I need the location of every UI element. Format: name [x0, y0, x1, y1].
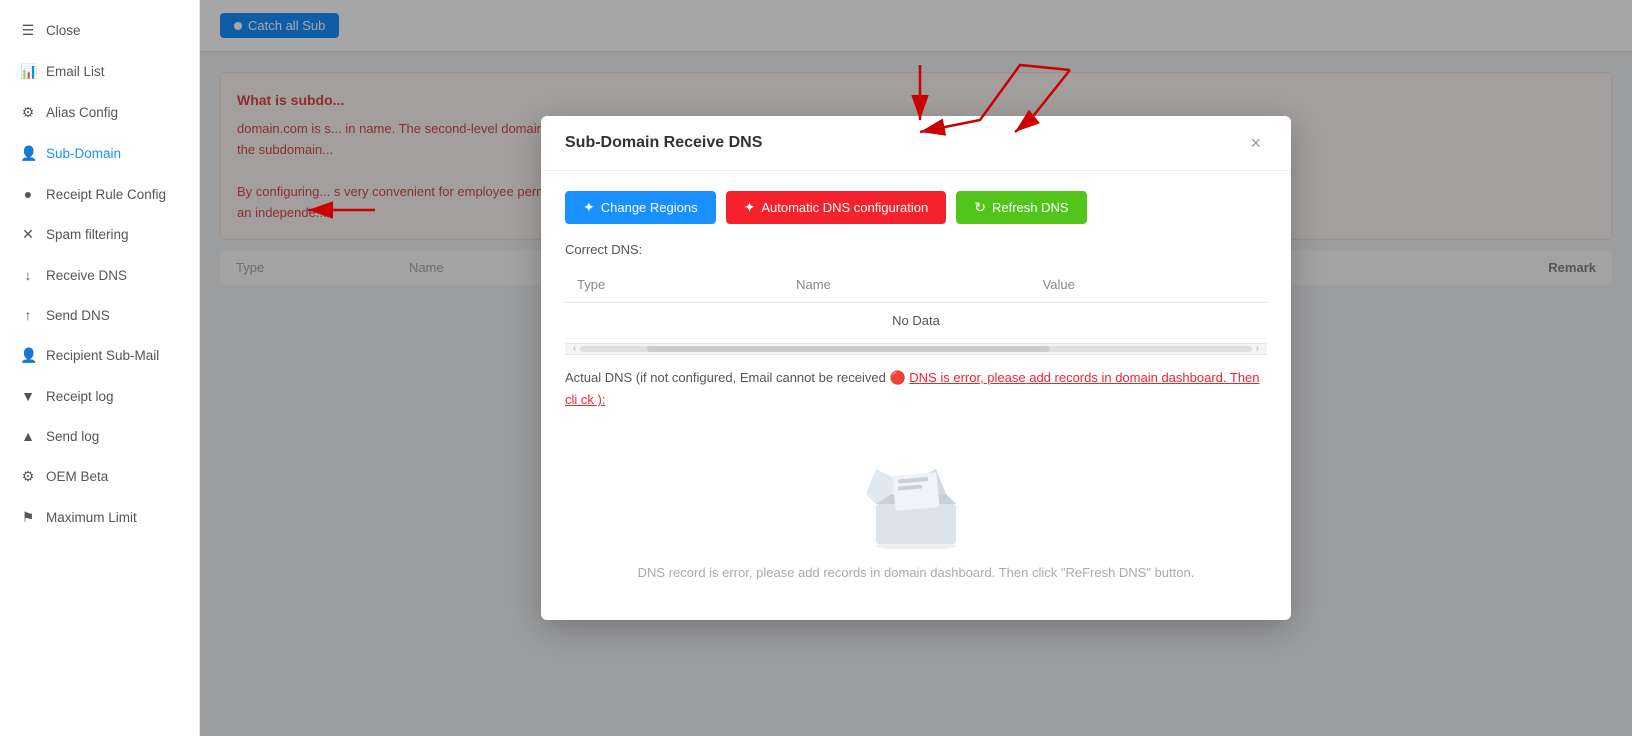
auto-dns-label: Automatic DNS configuration [761, 200, 928, 215]
email-list-icon: 📊 [20, 63, 36, 80]
receipt-rule-icon: ● [20, 186, 36, 202]
dns-col-type: Type [565, 267, 784, 303]
sidebar-item-email-list[interactable]: 📊 Email List [0, 51, 199, 92]
sidebar-label-receipt-rule-config: Receipt Rule Config [46, 187, 166, 202]
refresh-dns-icon: ↻ [974, 199, 986, 216]
sidebar-item-sub-domain[interactable]: 👤 Sub-Domain [0, 133, 199, 174]
dns-col-value: Value [1031, 267, 1267, 303]
modal-title: Sub-Domain Receive DNS [565, 134, 762, 152]
dns-error-icon: 🔴 [889, 370, 905, 385]
sidebar-label-maximum-limit: Maximum Limit [46, 510, 137, 525]
sidebar-item-receipt-log[interactable]: ▼ Receipt log [0, 376, 199, 416]
sidebar-item-receive-dns[interactable]: ↓ Receive DNS [0, 255, 199, 295]
change-regions-icon: ✦ [583, 199, 595, 216]
auto-dns-button[interactable]: ✦ Automatic DNS configuration [726, 191, 947, 224]
sidebar-label-recipient-sub-mail: Recipient Sub-Mail [46, 348, 159, 363]
sidebar-item-send-dns[interactable]: ↑ Send DNS [0, 295, 199, 335]
dns-col-name: Name [784, 267, 1030, 303]
maximum-limit-icon: ⚑ [20, 509, 36, 526]
dns-table: Type Name Value No Data [565, 267, 1267, 339]
sidebar-label-receipt-log: Receipt log [46, 389, 114, 404]
sidebar-label-receive-dns: Receive DNS [46, 268, 127, 283]
scroll-right-arrow[interactable]: › [1252, 343, 1263, 354]
change-regions-label: Change Regions [601, 200, 698, 215]
button-row: ✦ Change Regions ✦ Automatic DNS configu… [565, 191, 1267, 224]
spam-filtering-icon: ✕ [20, 226, 36, 243]
send-dns-icon: ↑ [20, 307, 36, 323]
sidebar-label-alias-config: Alias Config [46, 105, 118, 120]
sidebar-label-email-list: Email List [46, 64, 105, 79]
scrollbar-thumb[interactable] [647, 346, 1050, 352]
actual-dns-label: Actual DNS (if not configured, Email can… [565, 370, 886, 385]
modal-dialog: Sub-Domain Receive DNS × ✦ Change Region… [541, 116, 1291, 620]
receipt-log-icon: ▼ [20, 388, 36, 404]
modal-overlay: Sub-Domain Receive DNS × ✦ Change Region… [200, 0, 1632, 736]
actual-dns-section: Actual DNS (if not configured, Email can… [565, 367, 1267, 411]
scroll-left-arrow[interactable]: ‹ [569, 343, 580, 354]
close-menu-icon: ☰ [20, 22, 36, 39]
empty-state-text: DNS record is error, please add records … [638, 565, 1195, 580]
receive-dns-icon: ↓ [20, 267, 36, 283]
sidebar-item-spam-filtering[interactable]: ✕ Spam filtering [0, 214, 199, 255]
sidebar-label-sub-domain: Sub-Domain [46, 146, 121, 161]
sidebar-item-maximum-limit[interactable]: ⚑ Maximum Limit [0, 497, 199, 538]
dns-no-data: No Data [565, 302, 1267, 338]
modal-body: ✦ Change Regions ✦ Automatic DNS configu… [541, 171, 1291, 620]
empty-state: DNS record is error, please add records … [565, 419, 1267, 600]
correct-dns-label: Correct DNS: [565, 242, 1267, 257]
recipient-sub-mail-icon: 👤 [20, 347, 36, 364]
sidebar-item-close[interactable]: ☰ Close [0, 10, 199, 51]
sidebar-label-spam-filtering: Spam filtering [46, 227, 129, 242]
sidebar-label-send-log: Send log [46, 429, 99, 444]
scrollbar-track[interactable] [580, 346, 1251, 352]
horizontal-scrollbar[interactable]: ‹ › [565, 343, 1267, 355]
auto-dns-icon: ✦ [744, 199, 756, 216]
sub-domain-icon: 👤 [20, 145, 36, 162]
refresh-dns-label: Refresh DNS [992, 200, 1069, 215]
sidebar-label-close: Close [46, 23, 81, 38]
sidebar-label-send-dns: Send DNS [46, 308, 110, 323]
refresh-dns-button[interactable]: ↻ Refresh DNS [956, 191, 1086, 224]
sidebar-item-alias-config[interactable]: ⚙ Alias Config [0, 92, 199, 133]
send-log-icon: ▲ [20, 428, 36, 444]
modal-close-button[interactable]: × [1244, 132, 1267, 154]
oem-beta-icon: ⚙ [20, 468, 36, 485]
sidebar-label-oem-beta: OEM Beta [46, 469, 108, 484]
alias-config-icon: ⚙ [20, 104, 36, 121]
sidebar: ☰ Close 📊 Email List ⚙ Alias Config 👤 Su… [0, 0, 200, 736]
empty-state-icon [856, 449, 976, 549]
main-content: Catch all Sub What is subdo... domain.co… [200, 0, 1632, 736]
sidebar-item-send-log[interactable]: ▲ Send log [0, 416, 199, 456]
change-regions-button[interactable]: ✦ Change Regions [565, 191, 716, 224]
modal-header: Sub-Domain Receive DNS × [541, 116, 1291, 171]
sidebar-item-oem-beta[interactable]: ⚙ OEM Beta [0, 456, 199, 497]
sidebar-item-receipt-rule-config[interactable]: ● Receipt Rule Config [0, 174, 199, 214]
sidebar-item-recipient-sub-mail[interactable]: 👤 Recipient Sub-Mail [0, 335, 199, 376]
